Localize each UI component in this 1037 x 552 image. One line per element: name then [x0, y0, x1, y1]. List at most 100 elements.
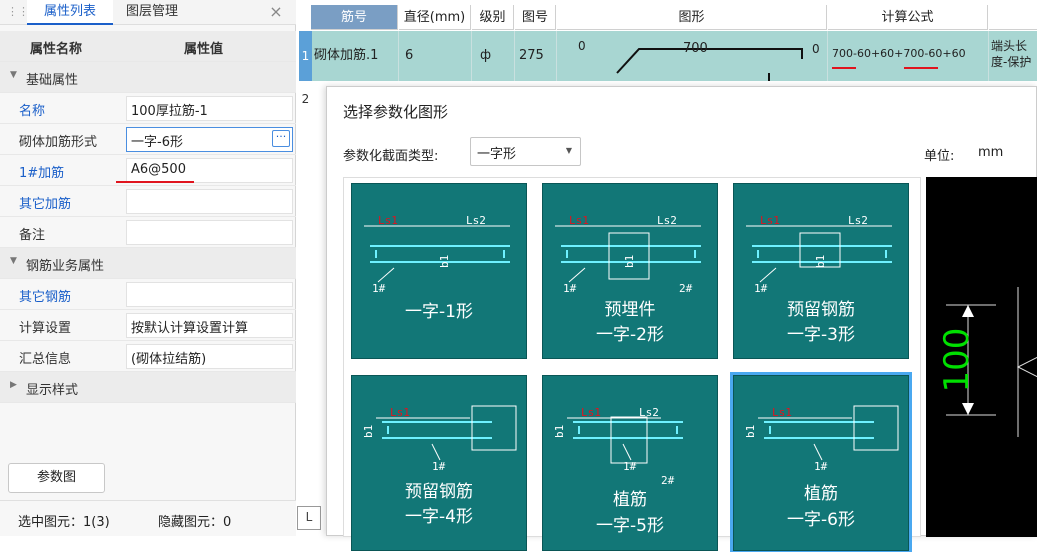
corner-icon[interactable]: L [297, 506, 321, 530]
dimension-label-b1: b1 [438, 255, 451, 268]
shape-label: 预留钢筋 [787, 300, 855, 320]
leader-line [377, 267, 395, 283]
bar-label-2: 2# [679, 282, 693, 295]
form-label: 砌体加筋形式 [19, 135, 98, 150]
dimension-label-ls2: Ls2 [657, 214, 677, 227]
shape-option-6[interactable]: Ls1 b1 1# 植筋 一字-6形 [730, 372, 912, 552]
cell-bar-name[interactable]: 砌体加筋.1 [312, 31, 399, 81]
calc-field[interactable]: 按默认计算设置计算 [126, 313, 293, 338]
dimension-label-ls2: Ls2 [639, 406, 659, 419]
shape-label: 植筋 [613, 490, 647, 510]
form-field-value: 一字-6形 [131, 135, 183, 150]
shape-label: 预埋件 [604, 300, 656, 320]
status-selected: 选中图元：1(3) [18, 515, 110, 530]
bar1-field[interactable]: A6@500 [126, 158, 293, 183]
leader-line [431, 443, 441, 461]
chevron-down-icon[interactable]: ▼ [566, 146, 572, 155]
chevron-right-icon[interactable]: ▶ [10, 380, 17, 390]
shape-right-value: 0 [812, 42, 820, 56]
shape-label: 一字-6形 [787, 510, 855, 530]
drag-grip-icon[interactable]: ⋮⋮ [7, 5, 29, 19]
param-figure-button[interactable]: 参数图 [8, 463, 105, 493]
tab-property-list[interactable]: 属性列表 [27, 0, 113, 25]
shape-label: 一字-1形 [405, 302, 473, 322]
group-display-style[interactable]: ▶ 显示样式 [0, 372, 296, 403]
property-row-other-bar: 其它加筋 [0, 186, 296, 217]
shape-left-value: 0 [578, 39, 586, 53]
property-row-calc: 计算设置 按默认计算设置计算 [0, 310, 296, 341]
more-options-icon[interactable]: ··· [272, 130, 290, 147]
chevron-down-icon[interactable]: ▼ [10, 70, 17, 80]
cell-diameter[interactable]: 6 [399, 31, 472, 81]
group-display-label: 显示样式 [26, 383, 79, 398]
name-field[interactable]: 100厚拉筋-1 [126, 96, 293, 121]
group-business-properties[interactable]: ▼ 钢筋业务属性 [0, 248, 296, 279]
form-field[interactable]: 一字-6形 ··· [126, 127, 293, 152]
preview-dimension: 100 [937, 328, 977, 393]
cell-figure-no[interactable]: 275 [515, 31, 557, 81]
dimension-label-ls1: Ls1 [378, 214, 398, 227]
col-header-formula[interactable]: 计算公式 [828, 5, 988, 30]
summary-field[interactable]: (砌体拉结筋) [126, 344, 293, 369]
section-type-select[interactable]: 一字形 ▼ [470, 137, 581, 166]
chevron-down-icon[interactable]: ▼ [10, 256, 17, 266]
bar-label-1: 1# [814, 460, 828, 473]
shape-option-3[interactable]: Ls1 Ls2 b1 1# 预留钢筋 一字-3形 [733, 183, 909, 359]
shape-label: 一字-4形 [405, 507, 473, 527]
leader-line [759, 267, 777, 283]
dimension-label-ls2: Ls2 [848, 214, 868, 227]
dimension-label-b1: b1 [623, 255, 636, 268]
col-header-grade[interactable]: 级别 [472, 5, 514, 30]
red-underline [116, 181, 194, 183]
close-icon[interactable]: × [268, 0, 284, 25]
shape-label: 一字-5形 [596, 516, 664, 536]
shape-option-1[interactable]: Ls1 Ls2 b1 1# 一字-1形 [351, 183, 527, 359]
group-basic-properties[interactable]: ▼ 基础属性 [0, 62, 296, 93]
property-panel: ⋮⋮ 属性列表 图层管理 × 属性名称 属性值 ▼ 基础属性 名称 100厚拉筋… [0, 0, 296, 536]
red-underline [832, 67, 856, 69]
bar-label-1: 1# [372, 282, 386, 295]
dimension-label-ls1: Ls1 [569, 214, 589, 227]
calc-label: 计算设置 [19, 321, 72, 336]
formula-text: 700-60+60+700-60+60 [832, 47, 966, 60]
other-bar-field[interactable] [126, 189, 293, 214]
col-header-figure-no[interactable]: 图号 [515, 5, 556, 30]
row-number[interactable]: 2 [299, 92, 312, 106]
remark-field[interactable] [126, 220, 293, 245]
property-row-form: 砌体加筋形式 一字-6形 ··· [0, 124, 296, 155]
cell-grade[interactable]: ф [472, 31, 515, 81]
unit-value: mm [978, 145, 1004, 160]
shape-option-2[interactable]: Ls1 Ls2 b1 1# 2# 预埋件 一字-2形 [542, 183, 718, 359]
summary-label: 汇总信息 [19, 352, 72, 367]
leader-line [622, 443, 632, 461]
shape-option-5[interactable]: Ls1 Ls2 b1 1# 2# 植筋 一字-5形 [542, 375, 718, 551]
preview-drawing: 100 [937, 287, 1037, 437]
shape-label: 一字-3形 [787, 325, 855, 345]
section-type-value: 一字形 [477, 147, 517, 162]
bar1-label: 1#加筋 [19, 166, 65, 181]
shape-label: 植筋 [804, 484, 838, 504]
row-number[interactable]: 1 [299, 31, 312, 81]
shape-gallery: Ls1 Ls2 b1 1# 一字-1形 Ls1 Ls2 b1 1# 2# 预埋件 一字-2形 … [343, 177, 921, 552]
shape-mid-value: 700 [683, 41, 708, 56]
section-type-label: 参数化截面类型: [343, 149, 439, 164]
shape-option-4[interactable]: Ls1 b1 1# 预留钢筋 一字-4形 [351, 375, 527, 551]
cell-shape[interactable]: 0 700 0 [557, 31, 828, 81]
bar-label-1: 1# [563, 282, 577, 295]
property-row-other-steel: 其它钢筋 [0, 279, 296, 310]
shape-diagram: Ls1 Ls2 b1 1# [364, 214, 510, 295]
name-label: 名称 [19, 104, 46, 119]
other-steel-field[interactable] [126, 282, 293, 307]
col-header-diameter[interactable]: 直径(mm) [399, 5, 471, 30]
status-bar: 选中图元：1(3) 隐藏图元：0 [0, 500, 296, 536]
tab-layer-management[interactable]: 图层管理 [126, 0, 196, 25]
col-header-bar-number[interactable]: 筋号 [311, 5, 398, 30]
red-underline [904, 67, 938, 69]
leader-line [813, 443, 823, 461]
dialog-title: 选择参数化图形 [343, 103, 449, 121]
property-table-header: 属性名称 属性值 [0, 31, 296, 62]
bar-label-1: 1# [432, 460, 446, 473]
dimension-label-ls1: Ls1 [772, 406, 792, 419]
bar-label-2: 2# [661, 474, 675, 487]
other-steel-label: 其它钢筋 [19, 290, 72, 305]
